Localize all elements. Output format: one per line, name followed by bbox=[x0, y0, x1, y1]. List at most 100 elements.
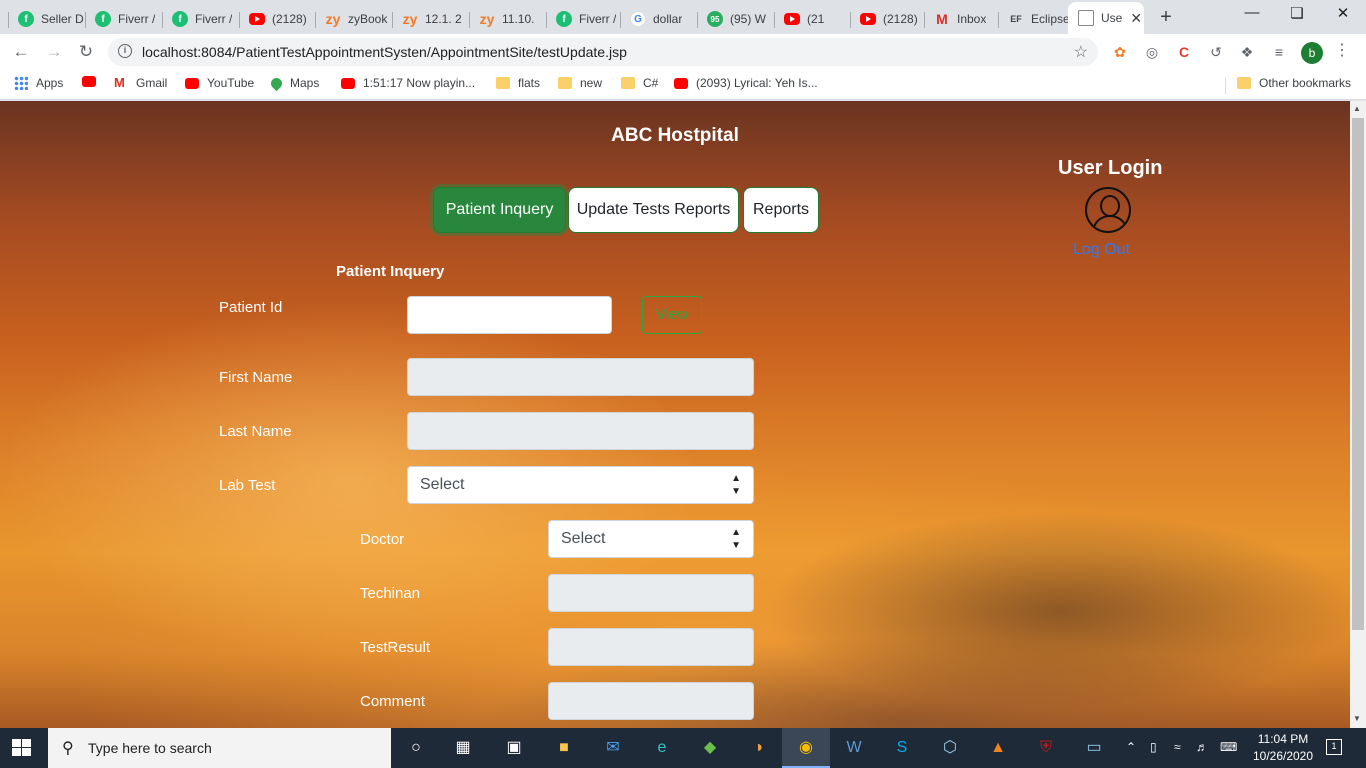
first-name-field[interactable] bbox=[407, 358, 754, 396]
scrollbar-thumb[interactable] bbox=[1352, 118, 1364, 630]
reload-icon[interactable]: ↻ bbox=[75, 41, 97, 63]
maximize-button[interactable]: ❏ bbox=[1282, 4, 1312, 22]
bookmark-item[interactable]: C# bbox=[621, 76, 658, 90]
browser-tab[interactable]: M Inbox bbox=[924, 4, 998, 34]
bookmark-star-icon[interactable]: ☆ bbox=[1074, 42, 1088, 62]
tab-update-tests-reports[interactable]: Update Tests Reports bbox=[568, 187, 739, 233]
browser-tab[interactable]: f Seller D bbox=[8, 4, 85, 34]
yt-icon bbox=[674, 77, 688, 89]
yt-icon bbox=[341, 77, 355, 89]
doctor-label: Doctor bbox=[360, 531, 405, 548]
file-explorer-icon[interactable]: ■ bbox=[552, 736, 576, 760]
eclipse-app-icon[interactable]: ◑ bbox=[746, 736, 770, 760]
close-tab-icon[interactable]: ✕ bbox=[1130, 10, 1142, 27]
browser-tab-label: (21 bbox=[807, 12, 825, 26]
wifi-icon[interactable]: ≈ bbox=[1174, 740, 1181, 754]
youtube-icon bbox=[249, 13, 265, 25]
browser-tab[interactable]: zy 11.10. bbox=[469, 4, 546, 34]
bookmark-item[interactable]: Maps bbox=[268, 75, 319, 91]
youtube-icon bbox=[784, 13, 800, 25]
browser-tab[interactable]: Gdollar bbox=[620, 4, 697, 34]
browser-tab[interactable]: zy 12.1. 2 bbox=[392, 4, 469, 34]
store-icon[interactable]: ▣ bbox=[502, 736, 526, 760]
lab-test-select[interactable]: Select ▲ ▼ bbox=[407, 466, 754, 504]
edge-icon[interactable]: e bbox=[650, 736, 674, 760]
browser-tab[interactable]: Use ✕ bbox=[1068, 2, 1144, 34]
view-button[interactable]: View bbox=[642, 296, 702, 334]
volume-icon[interactable]: ♬ bbox=[1196, 740, 1208, 754]
browser-tab[interactable]: EF Eclipse bbox=[998, 4, 1068, 34]
comment-field[interactable] bbox=[548, 682, 754, 720]
app-window-icon[interactable]: ▭ bbox=[1082, 736, 1106, 760]
url-text[interactable]: localhost:8084/PatientTestAppointmentSys… bbox=[142, 44, 627, 60]
patient-id-input[interactable] bbox=[407, 296, 612, 334]
whatsapp-icon: 95 bbox=[707, 11, 723, 27]
browser-tab-strip: Use ✕ EF Eclipse M Inbox (2128) (21 95 (95) W Gdol… bbox=[0, 0, 1366, 34]
browser-tab[interactable]: f Fiverr / bbox=[546, 4, 620, 34]
scroll-down-icon[interactable]: ▼ bbox=[1353, 714, 1361, 723]
scroll-up-icon[interactable]: ▲ bbox=[1353, 104, 1361, 113]
bookmark-label: C# bbox=[643, 76, 659, 90]
system-clock[interactable]: 11:04 PM 10/26/2020 bbox=[1248, 731, 1318, 765]
browser-tab-label: Fiverr / bbox=[118, 12, 156, 26]
bookmark-item[interactable]: Apps bbox=[14, 76, 63, 90]
bookmark-item[interactable]: new bbox=[558, 76, 602, 90]
doctor-select[interactable]: Select ▲ ▼ bbox=[548, 520, 754, 558]
tab-reports[interactable]: Reports bbox=[743, 187, 819, 233]
forward-icon[interactable]: → bbox=[43, 41, 65, 63]
app-icon[interactable]: ◆ bbox=[698, 736, 722, 760]
last-name-field[interactable] bbox=[407, 412, 754, 450]
windows-start-icon[interactable] bbox=[12, 739, 32, 757]
first-name-label: First Name bbox=[219, 369, 293, 386]
profile-avatar[interactable]: b bbox=[1301, 42, 1323, 64]
tray-chevron-icon[interactable]: ⌃ bbox=[1126, 740, 1136, 754]
lab-test-label: Lab Test bbox=[219, 477, 276, 494]
browser-tab[interactable]: (2128) bbox=[239, 4, 315, 34]
browser-tab[interactable]: (2128) bbox=[850, 4, 924, 34]
back-icon[interactable]: ← bbox=[10, 41, 32, 63]
info-icon[interactable]: i bbox=[118, 44, 132, 58]
vlc-icon[interactable]: ▲ bbox=[986, 736, 1010, 760]
bookmark-item[interactable]: M Gmail bbox=[114, 76, 167, 91]
browser-tab[interactable]: zy zyBook bbox=[315, 4, 392, 34]
browser-tab[interactable]: (21 bbox=[774, 4, 850, 34]
taskbar-search[interactable]: ⚲ Type here to search bbox=[48, 728, 391, 768]
browser-tab[interactable]: f Fiverr / bbox=[162, 4, 239, 34]
tab-patient-inquery[interactable]: Patient Inquery bbox=[433, 187, 566, 233]
browser-tab-label: (2128) bbox=[883, 12, 918, 26]
site-title: ABC Hostpital bbox=[611, 125, 739, 146]
globe-icon[interactable]: ◎ bbox=[1142, 42, 1162, 62]
extension-icon[interactable]: ✿ bbox=[1110, 42, 1130, 62]
mail-icon[interactable]: ✉ bbox=[601, 736, 625, 760]
task-view-icon[interactable]: ▦ bbox=[451, 736, 475, 760]
bookmark-item[interactable]: (2093) Lyrical: Yeh Is... bbox=[674, 76, 818, 90]
battery-icon[interactable]: ▯ bbox=[1150, 740, 1157, 754]
chrome-icon[interactable]: ◉ bbox=[794, 736, 818, 760]
bookmark-item[interactable]: flats bbox=[496, 76, 540, 90]
browser-tab[interactable]: 95 (95) W bbox=[697, 4, 774, 34]
address-bar[interactable]: i localhost:8084/PatientTestAppointmentS… bbox=[108, 38, 1098, 66]
bookmark-item[interactable]: YouTube bbox=[185, 76, 254, 90]
notification-icon[interactable]: 1 bbox=[1326, 739, 1342, 755]
keyboard-icon[interactable]: ⌨ bbox=[1220, 740, 1237, 754]
close-window-button[interactable]: ✕ bbox=[1328, 4, 1358, 22]
logout-link[interactable]: Log Out bbox=[1073, 241, 1130, 259]
test-result-field[interactable] bbox=[548, 628, 754, 666]
media-icon[interactable]: ≡ bbox=[1269, 42, 1289, 62]
cube-icon[interactable]: ⬡ bbox=[938, 736, 962, 760]
menu-icon[interactable]: ⋮ bbox=[1334, 40, 1350, 60]
technician-field[interactable] bbox=[548, 574, 754, 612]
cortana-icon[interactable]: ○ bbox=[404, 736, 428, 760]
history-icon[interactable]: ↺ bbox=[1206, 42, 1226, 62]
skype-icon[interactable]: S bbox=[890, 736, 914, 760]
bookmark-item[interactable] bbox=[82, 76, 104, 87]
word-icon[interactable]: W bbox=[842, 736, 866, 760]
other-bookmarks[interactable]: Other bookmarks bbox=[1237, 76, 1351, 90]
new-tab-button[interactable]: + bbox=[1155, 6, 1177, 29]
mcafee-icon[interactable]: ⛨ bbox=[1034, 736, 1058, 760]
extension-c-icon[interactable]: C bbox=[1174, 42, 1194, 62]
browser-tab[interactable]: f Fiverr / bbox=[85, 4, 162, 34]
minimize-button[interactable]: — bbox=[1237, 4, 1267, 21]
bookmark-item[interactable]: 1:51:17 Now playin... bbox=[341, 76, 475, 90]
puzzle-icon[interactable]: ❖ bbox=[1237, 42, 1257, 62]
